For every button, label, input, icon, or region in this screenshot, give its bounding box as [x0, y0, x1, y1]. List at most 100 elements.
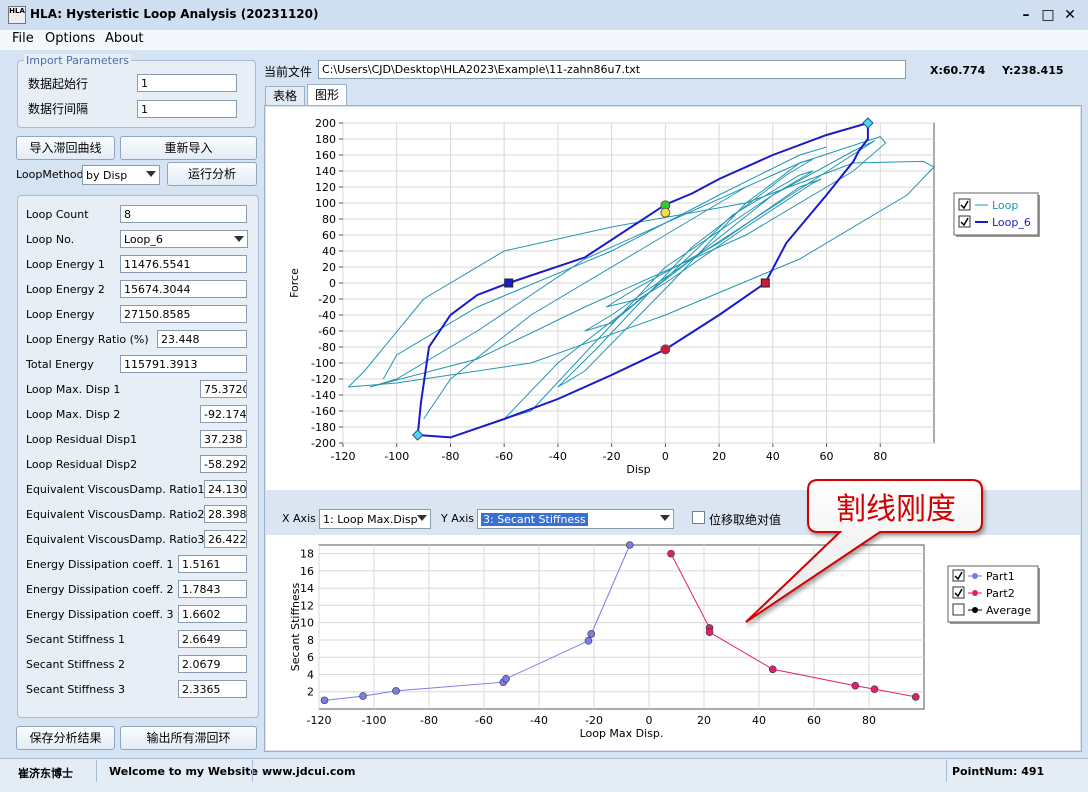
status-author: 崔济东博士 [18, 767, 73, 780]
data-point [851, 681, 860, 690]
cursor-x-readout: X:60.774 [930, 64, 986, 77]
status-site[interactable]: www.jdcui.com [262, 765, 355, 778]
result-label: Loop Energy Ratio (%) [26, 333, 149, 346]
result-label: Loop Energy 2 [26, 283, 105, 296]
tab-table[interactable]: 表格 [265, 86, 305, 105]
y-tick-label: 14 [300, 582, 314, 595]
x-tick-label: -40 [549, 450, 567, 463]
result-value: 11476.5541 [120, 255, 247, 273]
result-label: Energy Dissipation coeff. 2 [26, 583, 174, 596]
result-value-text: 24.130 [208, 483, 247, 496]
x-tick-label: -80 [441, 450, 459, 463]
x-tick-label: 40 [766, 450, 780, 463]
result-value: 1.7843 [178, 580, 247, 598]
y-tick-label: 6 [307, 651, 314, 664]
data-point [768, 665, 777, 674]
result-label: Energy Dissipation coeff. 1 [26, 558, 174, 571]
menu-bar [0, 30, 1088, 50]
result-value-text: 1.6602 [182, 608, 221, 621]
y-tick-label: 80 [322, 213, 336, 226]
row-interval-label: 数据行间隔 [28, 102, 89, 116]
data-point [705, 628, 714, 636]
x-tick-label: 0 [646, 714, 653, 727]
result-value-text: 11476.5541 [124, 258, 191, 271]
result-label: Energy Dissipation coeff. 3 [26, 608, 174, 621]
menu-about[interactable]: About [105, 31, 143, 46]
legend-label: Loop [992, 199, 1018, 212]
tab-graph[interactable]: 图形 [307, 84, 347, 106]
row-interval-input[interactable]: 1 [137, 100, 237, 118]
import-loop-button[interactable]: 导入滞回曲线 [16, 136, 115, 160]
abs-disp-checkbox[interactable] [692, 511, 705, 524]
close-icon[interactable]: ✕ [1062, 7, 1078, 23]
result-value: 15674.3044 [120, 280, 247, 298]
result-label: Secant Stiffness 1 [26, 633, 125, 646]
y-tick-label: -200 [311, 437, 336, 450]
y-tick-label: 2 [307, 686, 314, 699]
result-label: Equivalent ViscousDamp. Ratio3 (%) [26, 533, 228, 546]
y-tick-label: 20 [322, 261, 336, 274]
result-value: 2.6649 [178, 630, 247, 648]
y-tick-label: 16 [300, 565, 314, 578]
y-axis-select[interactable]: 3: Secant Stiffness [477, 509, 674, 529]
legend-label: Part2 [986, 587, 1015, 600]
result-value: -92.1740 [200, 405, 247, 423]
circle-marker [660, 344, 671, 355]
loop-no-select[interactable]: Loop_6 [120, 230, 248, 248]
x-axis-select[interactable]: 1: Loop Max.Disp [319, 509, 431, 529]
result-value-text: 75.3720 [204, 383, 247, 396]
export-loops-button[interactable]: 输出所有滞回环 [120, 726, 257, 750]
menu-file[interactable]: File [12, 31, 34, 46]
status-welcome[interactable]: Welcome to my Website [109, 765, 258, 778]
data-point [625, 541, 634, 549]
x-tick-label: -100 [384, 450, 409, 463]
window-title: HLA: Hysteristic Loop Analysis (20231120… [30, 7, 319, 21]
result-value-text: 23.448 [161, 333, 200, 346]
start-row-input[interactable]: 1 [137, 74, 237, 92]
maximize-icon[interactable]: □ [1040, 7, 1056, 23]
data-point [667, 549, 675, 558]
legend-label: Loop_6 [992, 216, 1031, 229]
file-path-input[interactable]: C:\Users\CJD\Desktop\HLA2023\Example\11-… [318, 60, 906, 79]
chevron-down-icon [234, 236, 244, 242]
result-value: 2.0679 [178, 655, 247, 673]
x-axis-label: Disp [626, 463, 650, 476]
y-tick-label: -100 [311, 357, 336, 370]
y-tick-label: 18 [300, 548, 314, 561]
save-results-button[interactable]: 保存分析结果 [16, 726, 115, 750]
x-tick-label: -20 [585, 714, 603, 727]
result-label: Equivalent ViscousDamp. Ratio2 (%) [26, 508, 228, 521]
loop-method-value: by Disp [86, 169, 128, 182]
result-value-text: 28.398 [208, 508, 247, 521]
menu-options[interactable]: Options [45, 31, 95, 46]
loop-method-select[interactable]: by Disp [82, 165, 160, 185]
data-point [392, 687, 400, 695]
result-label: Loop Max. Disp 2 [26, 408, 121, 421]
x-tick-label: 20 [712, 450, 726, 463]
circle-marker [660, 207, 671, 218]
y-tick-label: 200 [315, 117, 336, 130]
result-value: 23.448 [157, 330, 247, 348]
y-tick-label: 180 [315, 133, 336, 146]
y-axis-label: Force [288, 268, 301, 298]
result-value-text: 1.7843 [182, 583, 221, 596]
result-value: 1.6602 [178, 605, 247, 623]
result-label: Secant Stiffness 2 [26, 658, 125, 671]
run-analysis-button[interactable]: 运行分析 [167, 162, 257, 186]
y-tick-label: 60 [322, 229, 336, 242]
status-divider [946, 760, 947, 782]
reimport-button[interactable]: 重新导入 [120, 136, 257, 160]
result-label: Loop No. [26, 233, 75, 246]
x-tick-label: -40 [530, 714, 548, 727]
result-value: 37.238 [200, 430, 247, 448]
data-point [584, 637, 593, 645]
legend-label: Average [986, 604, 1031, 617]
y-tick-label: -60 [318, 325, 336, 338]
x-tick-label: -60 [475, 714, 493, 727]
result-value: 75.3720 [200, 380, 247, 398]
result-value: 26.422 [204, 530, 247, 548]
result-value-text: 2.0679 [182, 658, 221, 671]
start-row-label: 数据起始行 [28, 77, 89, 91]
y-tick-label: 40 [322, 245, 336, 258]
minimize-icon[interactable]: – [1018, 7, 1034, 23]
